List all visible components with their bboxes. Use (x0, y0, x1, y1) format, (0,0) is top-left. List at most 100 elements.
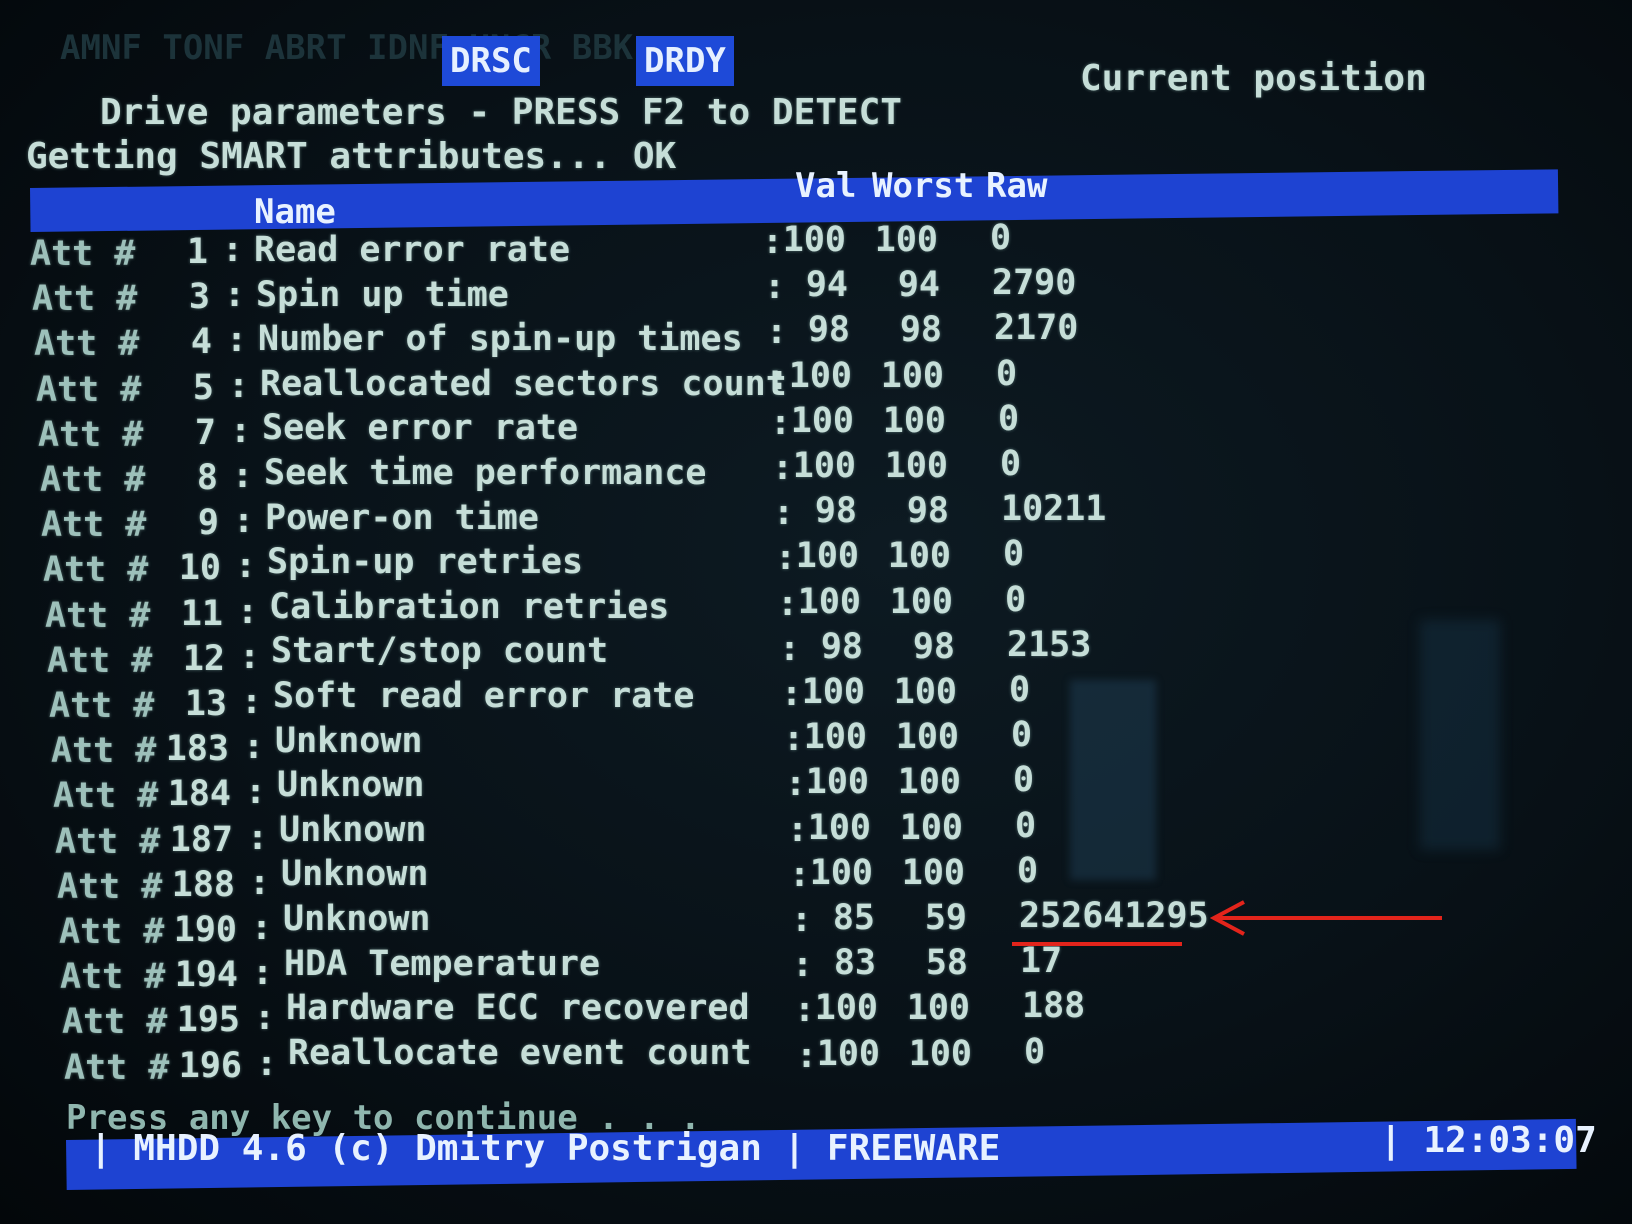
attribute-number: 5 (192, 367, 214, 408)
attribute-number: 194 (174, 955, 238, 996)
attribute-name: Calibration retries (269, 586, 670, 627)
attribute-val: 98 (820, 626, 863, 667)
attribute-name: Unknown (279, 809, 427, 850)
column-separator: : (232, 456, 254, 496)
column-separator: : (233, 501, 255, 542)
attribute-raw: 10211 (1001, 489, 1107, 530)
attribute-number: 4 (190, 322, 212, 363)
attribute-name: Reallocated sectors count (260, 363, 787, 404)
attribute-worst: 94 (897, 265, 940, 306)
table-row: Att #12: Start/stop count:98 98 2153 (0, 625, 1632, 681)
column-separator: : (249, 862, 271, 903)
attribute-worst: 59 (924, 898, 967, 938)
attribute-number: 1 (186, 232, 208, 272)
attribute-raw: 17 (1020, 941, 1063, 982)
attribute-name: Start/stop count (271, 631, 609, 672)
attribute-raw: 2153 (1007, 624, 1092, 665)
attribute-raw: 0 (998, 398, 1020, 439)
attribute-raw: 0 (1009, 670, 1031, 710)
table-row: Att #10: Spin-up retries:100 100 0 (0, 534, 1632, 590)
attribute-name: Spin-up retries (267, 542, 584, 583)
attribute-raw: 0 (1015, 805, 1037, 846)
attribute-val: 100 (795, 536, 859, 577)
attribute-val: 100 (809, 852, 873, 893)
table-row: Att #196: Reallocate event count:100 100 0 (0, 1032, 1632, 1088)
attribute-number: 11 (180, 593, 223, 634)
attribute-val: 100 (782, 220, 846, 260)
column-separator: : (256, 1043, 278, 1084)
annotation-arrow-icon (1210, 900, 1442, 936)
attribute-name: Unknown (281, 854, 429, 895)
attribute-name: Unknown (275, 720, 423, 761)
attribute-worst: 100 (893, 672, 957, 712)
attribute-val: 100 (803, 717, 867, 758)
attribute-val: 100 (797, 581, 861, 622)
column-separator: : (239, 636, 261, 677)
attribute-name: Seek error rate (262, 408, 579, 449)
attribute-number: 196 (178, 1045, 242, 1086)
attribute-raw: 0 (1024, 1031, 1046, 1072)
table-row: Att #183: Unknown:100 100 0 (0, 715, 1632, 771)
attribute-raw: 2170 (994, 308, 1079, 349)
mhdd-screen: AMNF TONF ABRT IDNF UNCR BBK DRSC DRDY C… (0, 0, 1632, 1224)
table-row: Att #4: Number of spin-up times:98 98 2170 (0, 308, 1632, 364)
raw-value-underline (1012, 942, 1182, 946)
attribute-worst: 100 (880, 355, 944, 396)
column-separator: : (228, 365, 250, 406)
attribute-worst: 100 (901, 852, 965, 893)
attribute-raw: 188 (1022, 986, 1086, 1027)
attribute-label: Att # (64, 1047, 170, 1088)
column-separator: : (230, 410, 252, 451)
attribute-worst: 100 (884, 446, 948, 486)
table-row: Att #195: Hardware ECC recovered:100 100 18… (0, 986, 1632, 1042)
attribute-name: Unknown (277, 765, 425, 806)
attribute-name: Read error rate (254, 230, 571, 270)
table-row: Att #194: HDA Temperature:83 58 17 (0, 941, 1632, 997)
column-separator: : (245, 772, 267, 813)
column-separator: : (254, 998, 276, 1039)
footer-clock: | 12:03:07 (1380, 1120, 1597, 1161)
smart-attribute-table: Att #1: Read error rate:100 100 0 Att #3: Spi… (0, 0, 1632, 1224)
table-row: Att #187: Unknown:100 100 0 (0, 806, 1632, 862)
attribute-raw: 2790 (992, 263, 1077, 304)
attribute-number: 9 (197, 503, 219, 544)
column-separator: : (237, 591, 259, 632)
attribute-raw: 0 (1003, 534, 1025, 575)
attribute-number: 188 (171, 864, 235, 905)
attribute-worst: 98 (912, 626, 955, 667)
column-separator: : (226, 320, 248, 361)
attribute-val: 100 (807, 807, 871, 848)
table-row: Att #188: Unknown:100 100 0 (0, 851, 1632, 907)
table-row: Att #1: Read error rate:100 100 0 (0, 218, 1632, 274)
attribute-name: Hardware ECC recovered (286, 988, 750, 1029)
column-separator: : (222, 230, 244, 270)
attribute-raw: 0 (1013, 760, 1035, 801)
attribute-val: 100 (790, 400, 854, 441)
table-row: Att #11: Calibration retries:100 100 0 (0, 580, 1632, 636)
attribute-worst: 100 (899, 807, 963, 848)
attribute-name: Seek time performance (264, 453, 707, 493)
table-row: Att #3: Spin up time:94 94 2790 (0, 263, 1632, 319)
footer-text: | MHDD 4.6 (c) Dmitry Postrigan | FREEWA… (90, 1128, 1001, 1169)
attribute-name: Reallocate event count (288, 1032, 752, 1073)
table-row: Att #8: Seek time performance:100 100 0 (0, 444, 1632, 500)
attribute-worst: 100 (908, 1033, 972, 1074)
attribute-raw: 0 (1005, 579, 1027, 620)
attribute-name: HDA Temperature (284, 943, 601, 984)
attribute-val: 100 (801, 672, 865, 712)
column-separator: : (243, 727, 265, 768)
attribute-val: 100 (792, 446, 856, 486)
table-row: Att #7: Seek error rate:100 100 0 (0, 399, 1632, 455)
attribute-raw: 0 (1000, 444, 1022, 484)
attribute-val: 100 (814, 988, 878, 1029)
attribute-raw: 0 (1011, 715, 1033, 756)
table-row: Att #9: Power-on time:98 98 10211 (0, 489, 1632, 545)
attribute-number: 195 (176, 1000, 240, 1041)
attribute-worst: 100 (882, 400, 946, 441)
table-row: Att #5: Reallocated sectors count:100 100 0 (0, 354, 1632, 410)
attribute-number: 187 (169, 819, 233, 860)
column-separator: : (241, 682, 263, 722)
column-separator: : (235, 546, 257, 587)
attribute-worst: 100 (895, 717, 959, 758)
attribute-raw: 0 (990, 218, 1012, 258)
